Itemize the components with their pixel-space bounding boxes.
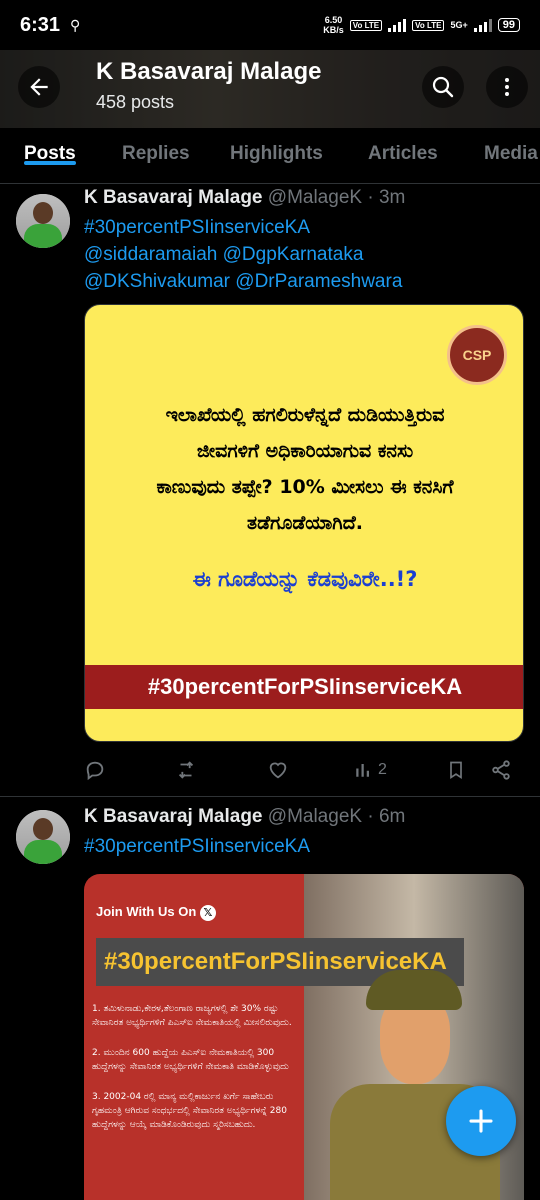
network-speed-unit: KB/s — [323, 25, 344, 35]
repost-icon — [178, 761, 194, 779]
tab-highlights[interactable]: Highlights — [230, 128, 323, 165]
image-point-2: 2. ಮುಂದಿನ 600 ಹುದ್ದೆಯ ಪಿಎಸ್ಐ ನೇಮಕಾತಿಯಲ್ಲ… — [92, 1048, 289, 1072]
image-text-line-1: ಇಲಾಖೆಯಲ್ಲಿ ಹಗಲಿರುಳೆನ್ನದೆ ದುಡಿಯುತ್ತಿರುವ — [165, 404, 445, 426]
share-button[interactable] — [490, 759, 512, 781]
image-point-3: 3. 2002-04 ರಲ್ಲಿ ಮಾನ್ಯ ಮಲ್ಲಿಕಾರ್ಜುನ ಖರ್ಗ… — [92, 1092, 287, 1130]
tweet-1-image[interactable]: CSP ಇಲಾಖೆಯಲ್ಲಿ ಹಗಲಿರುಳೆನ್ನದೆ ದುಡಿಯುತ್ತಿರ… — [84, 304, 524, 742]
image-text-line-4: ತಡೆಗೂಡೆಯಾಗಿದೆ. — [247, 512, 363, 534]
mention-links-2[interactable]: @DKShivakumar @DrParameshwara — [84, 268, 524, 295]
author-handle-2[interactable]: @MalageK — [268, 806, 362, 827]
status-indicators: 6.50 KB/s Vo LTE Vo LTE 5G+ 99 — [323, 15, 520, 35]
tweet-time: · 3m — [367, 187, 406, 208]
author-handle[interactable]: @MalageK — [268, 187, 362, 208]
tweet-time-2: · 6m — [367, 806, 406, 827]
network-speed-value: 6.50 — [324, 15, 343, 25]
tweet-divider — [0, 796, 540, 797]
tab-media[interactable]: Media — [484, 128, 538, 165]
image-text-line-2: ಜೀವಗಳಿಗೆ ಅಧಿಕಾರಿಯಾಗುವ ಕನಸು — [196, 440, 414, 462]
hashtag-link[interactable]: #30percentPSIinserviceKA — [84, 214, 524, 241]
bookmark-icon — [450, 761, 462, 780]
tweet-2-image[interactable]: Join With Us On 𝕏 #30percentForPSIinserv… — [84, 874, 524, 1200]
profile-header: K Basavaraj Malage 458 posts — [0, 50, 540, 128]
avatar-2[interactable] — [16, 810, 70, 864]
author-name[interactable]: K Basavaraj Malage — [84, 187, 263, 208]
image-points-list: 1. ತಮಿಳುನಾಡು,ಕೇರಳ,ತೆಲಂಗಾಣ ರಾಜ್ಯಗಳಲ್ಲಿ ಶೇ… — [92, 1002, 302, 1148]
hashtag-link-2[interactable]: #30percentPSIinserviceKA — [84, 833, 524, 860]
tab-replies[interactable]: Replies — [122, 128, 190, 165]
tweet-header: K Basavaraj Malage @MalageK · 3m — [84, 187, 405, 209]
back-button[interactable] — [18, 66, 60, 108]
police-illustration-hat — [366, 970, 462, 1010]
tweet-1-actions: 2 — [84, 754, 524, 786]
tab-articles[interactable]: Articles — [368, 128, 438, 165]
share-icon — [492, 760, 510, 780]
search-icon — [432, 76, 454, 98]
tab-posts[interactable]: Posts — [24, 128, 76, 165]
signal-icon-2 — [473, 18, 492, 32]
organization-logo: CSP — [447, 325, 507, 385]
compose-button[interactable] — [446, 1086, 516, 1156]
like-button[interactable] — [266, 759, 290, 781]
signal-icon — [388, 18, 407, 32]
x-logo-icon: 𝕏 — [199, 905, 216, 921]
views-count: 2 — [378, 761, 387, 778]
battery-icon: 99 — [497, 18, 520, 32]
views-button[interactable]: 2 — [354, 760, 387, 780]
image-point-1: 1. ತಮಿಳುನಾಡು,ಕೇರಳ,ತೆಲಂಗಾಣ ರಾಜ್ಯಗಳಲ್ಲಿ ಶೇ… — [92, 1004, 292, 1028]
status-time: 6:31 — [20, 13, 61, 36]
repost-button[interactable] — [174, 759, 198, 781]
author-name-2[interactable]: K Basavaraj Malage — [84, 806, 263, 827]
posts-count: 458 posts — [96, 92, 175, 112]
heart-icon — [269, 762, 287, 779]
image-join-text: Join With Us On 𝕏 — [96, 904, 216, 921]
arrow-left-icon — [30, 78, 48, 96]
mention-links[interactable]: @siddaramaiah @DgpKarnataka — [84, 241, 524, 268]
reply-icon — [86, 761, 104, 781]
more-vertical-icon — [505, 78, 509, 96]
image-hashtag-banner: #30percentForPSIinserviceKA — [85, 665, 523, 709]
plus-icon — [469, 1109, 493, 1133]
profile-tabs: Posts Replies Highlights Articles Media — [0, 128, 540, 184]
tweet-text-2: #30percentPSIinserviceKA — [84, 833, 524, 860]
network-speed: 6.50 KB/s — [323, 15, 344, 35]
profile-name: K Basavaraj Malage — [96, 58, 322, 85]
notification-icon: ⚲ — [70, 16, 81, 33]
tweet-header-2: K Basavaraj Malage @MalageK · 6m — [84, 806, 405, 828]
tweet-text: #30percentPSIinserviceKA @siddaramaiah @… — [84, 214, 524, 295]
reply-button[interactable] — [84, 759, 106, 781]
image-text-line-3: ಕಾಣುವುದು ತಪ್ಪೇ? 10% ಮೀಸಲು ಈ ಕನಸಿಗೆ — [156, 476, 454, 498]
volte-icon-2: Vo LTE — [412, 19, 445, 31]
image-question: ಈ ಗೂಡೆಯನ್ನು ಕೆಡವುವಿರೇ..!? — [192, 567, 418, 591]
network-type: 5G+ — [450, 20, 468, 30]
volte-icon: Vo LTE — [349, 19, 383, 31]
search-button[interactable] — [422, 66, 464, 108]
status-bar: 6:31 ⚲ 6.50 KB/s Vo LTE Vo LTE 5G+ 99 — [0, 0, 540, 50]
analytics-icon — [356, 764, 369, 777]
bookmark-button[interactable] — [446, 759, 466, 781]
more-options-button[interactable] — [486, 66, 528, 108]
avatar[interactable] — [16, 194, 70, 248]
